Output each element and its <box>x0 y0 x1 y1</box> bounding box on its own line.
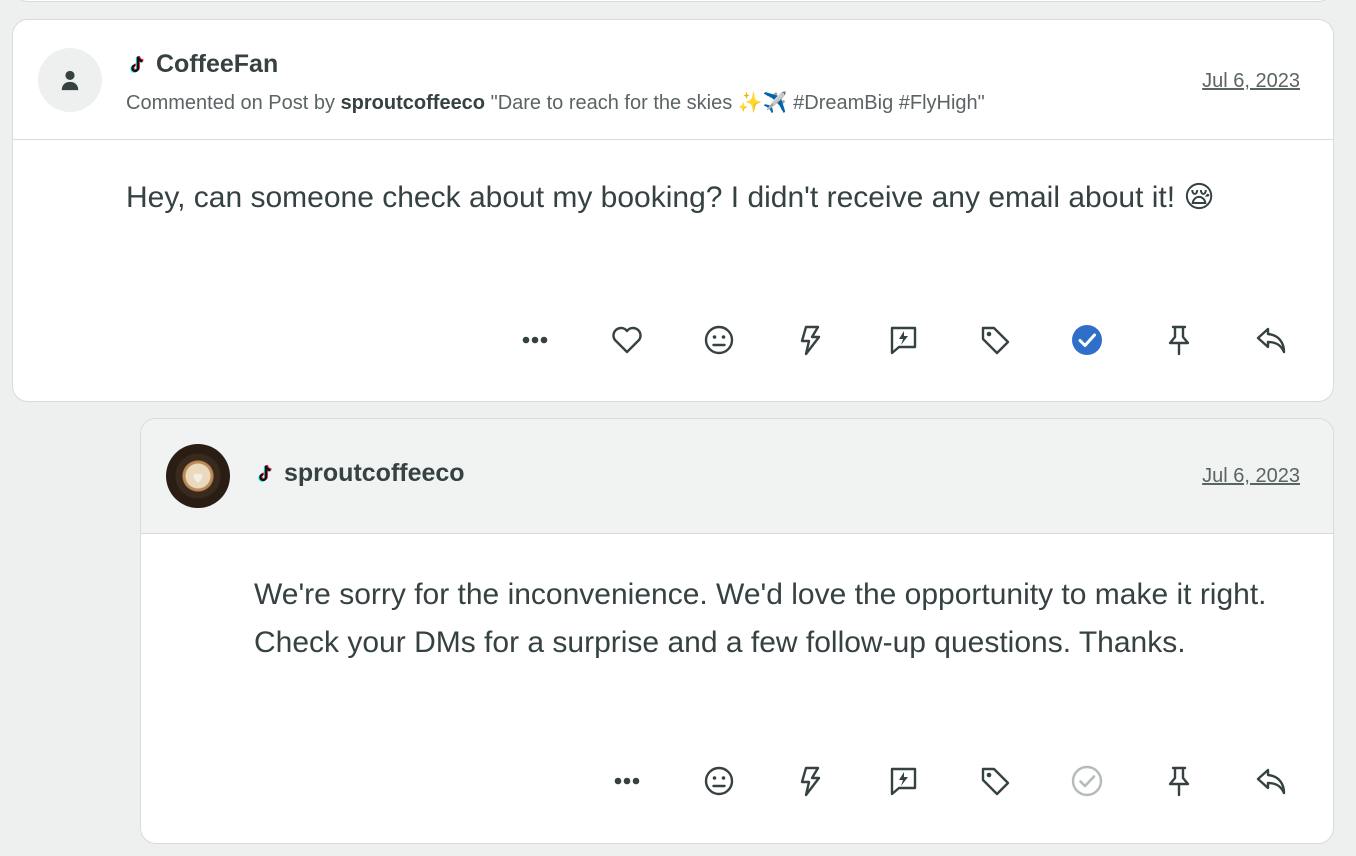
author-name[interactable]: CoffeeFan <box>156 50 278 79</box>
brand-avatar[interactable] <box>166 444 230 508</box>
reply-icon <box>1256 327 1286 354</box>
comment-text: Hey, can someone check about my booking?… <box>126 181 1215 214</box>
reply-author-line: sproutcoffeeco <box>254 459 465 488</box>
pin-button[interactable] <box>1147 320 1211 360</box>
reply-icon <box>1256 768 1286 795</box>
tiktok-icon <box>130 55 144 73</box>
reply-button[interactable] <box>1239 320 1303 360</box>
bolt-button[interactable] <box>779 320 843 360</box>
pin-icon <box>1168 766 1190 797</box>
sentiment-button[interactable] <box>687 761 751 801</box>
avatar[interactable] <box>38 48 102 112</box>
bolt-button[interactable] <box>779 761 843 801</box>
more-button[interactable] <box>595 761 659 801</box>
reply-date-link[interactable]: Jul 6, 2023 <box>1202 465 1300 488</box>
pin-icon <box>1168 325 1190 356</box>
sentiment-button[interactable] <box>687 320 751 360</box>
complete-icon <box>1071 765 1103 797</box>
bolt-icon <box>800 325 821 356</box>
like-button[interactable] <box>595 320 659 360</box>
quick-reply-icon <box>890 767 917 796</box>
heart-icon <box>612 326 642 354</box>
latte-art-icon <box>193 473 203 483</box>
reply-author-name[interactable]: sproutcoffeeco <box>284 459 465 488</box>
user-icon <box>61 70 79 91</box>
comment-actions <box>503 320 1303 360</box>
sentiment-icon <box>704 766 734 796</box>
previous-card-edge <box>12 0 1334 2</box>
quick-reply-button[interactable] <box>871 761 935 801</box>
quick-reply-icon <box>890 326 917 355</box>
reply-button[interactable] <box>1239 761 1303 801</box>
complete-button[interactable] <box>1055 761 1119 801</box>
bolt-icon <box>800 766 821 797</box>
complete-button[interactable] <box>1055 320 1119 360</box>
sentiment-icon <box>704 325 734 355</box>
tag-button[interactable] <box>963 761 1027 801</box>
pin-button[interactable] <box>1147 761 1211 801</box>
context-prefix: Commented on Post by <box>126 92 335 114</box>
author-line: CoffeeFan <box>126 50 278 79</box>
more-icon <box>522 336 548 344</box>
reply-text: We're sorry for the inconvenience. We'd … <box>254 578 1267 659</box>
context-account[interactable]: sproutcoffeeco <box>341 92 485 114</box>
reply-actions <box>595 761 1303 801</box>
comment-context: Commented on Post by sproutcoffeeco "Dar… <box>126 90 985 115</box>
tag-icon <box>981 767 1010 796</box>
more-icon <box>614 777 640 785</box>
context-post[interactable]: "Dare to reach for the skies ✨✈️ #DreamB… <box>491 92 985 114</box>
tag-icon <box>981 326 1010 355</box>
tag-button[interactable] <box>963 320 1027 360</box>
comment-date-link[interactable]: Jul 6, 2023 <box>1202 70 1300 93</box>
reply-header: sproutcoffeeco Jul 6, 2023 <box>141 419 1333 534</box>
more-button[interactable] <box>503 320 567 360</box>
reply-card: sproutcoffeeco Jul 6, 2023 We're sorry f… <box>140 418 1334 844</box>
comment-header: CoffeeFan Commented on Post by sproutcof… <box>13 20 1333 140</box>
comment-card: CoffeeFan Commented on Post by sproutcof… <box>12 19 1334 402</box>
tiktok-icon <box>258 464 272 482</box>
complete-icon <box>1072 325 1102 355</box>
quick-reply-button[interactable] <box>871 320 935 360</box>
